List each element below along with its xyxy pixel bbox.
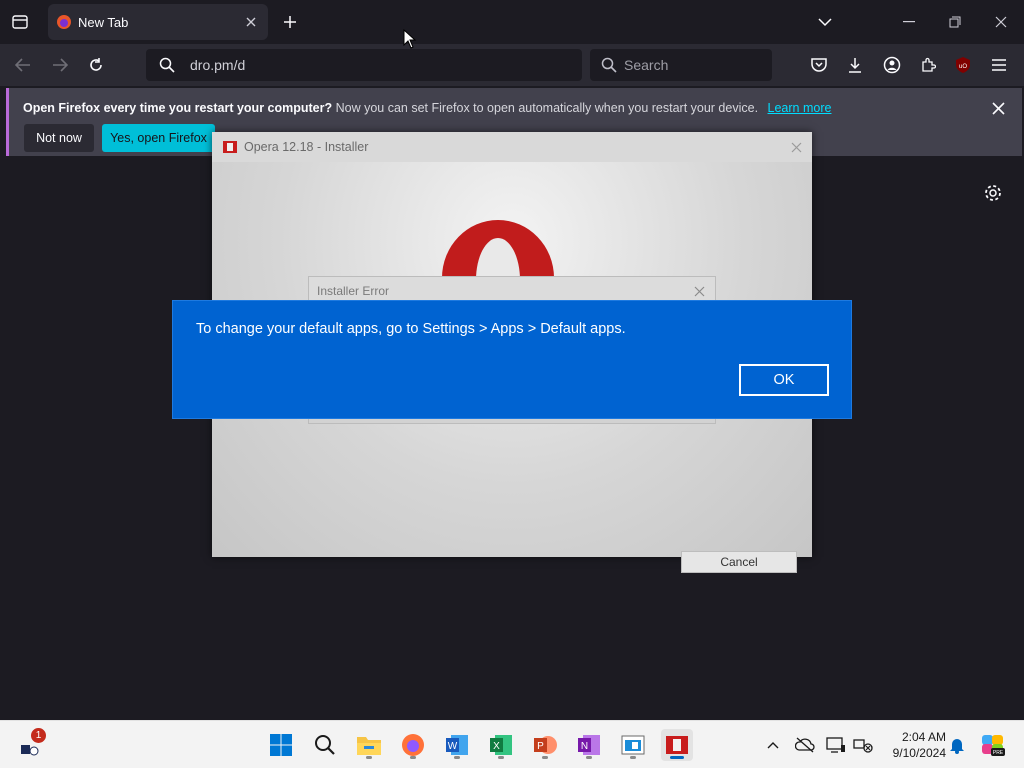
- tab-close-icon[interactable]: [240, 11, 262, 33]
- yes-open-firefox-button[interactable]: Yes, open Firefox: [102, 124, 215, 152]
- onenote-icon[interactable]: N: [573, 729, 605, 761]
- back-icon[interactable]: [10, 52, 36, 78]
- clock-date: 9/10/2024: [892, 746, 946, 760]
- close-window-icon[interactable]: [978, 0, 1024, 44]
- start-icon[interactable]: [265, 729, 297, 761]
- new-tab-icon[interactable]: [278, 10, 302, 34]
- tab-new-tab[interactable]: New Tab: [48, 4, 268, 40]
- navigation-toolbar: dro.pm/d Search uO: [0, 44, 1024, 86]
- installer-error-close-icon[interactable]: [689, 281, 709, 301]
- tab-title: New Tab: [78, 14, 129, 30]
- account-icon[interactable]: [881, 54, 903, 76]
- excel-icon[interactable]: X: [485, 729, 517, 761]
- firefox-icon[interactable]: [397, 729, 429, 761]
- extensions-icon[interactable]: [917, 54, 939, 76]
- search-icon: [158, 56, 176, 74]
- powerpoint-icon[interactable]: P: [529, 729, 561, 761]
- search-bar[interactable]: Search: [590, 49, 772, 81]
- opera-logo-icon: [440, 218, 556, 278]
- ublock-origin-icon[interactable]: uO: [952, 54, 974, 76]
- opera-installer-close-icon[interactable]: [786, 137, 806, 157]
- reload-icon[interactable]: [83, 52, 109, 78]
- downloads-icon[interactable]: [844, 54, 866, 76]
- opera-installer-logo-icon: [223, 141, 237, 153]
- url-bar[interactable]: dro.pm/d: [146, 49, 582, 81]
- taskbar: W X P N 2:04 AM 9/10/2024 PRE: [0, 720, 1024, 768]
- list-all-tabs-icon[interactable]: [812, 10, 838, 34]
- gear-icon[interactable]: [982, 182, 1004, 204]
- opera-installer-icon[interactable]: [661, 729, 693, 761]
- svg-text:W: W: [448, 741, 458, 752]
- svg-text:P: P: [537, 741, 544, 752]
- notification-bold-text: Open Firefox every time you restart your…: [23, 101, 333, 115]
- url-text: dro.pm/d: [190, 57, 246, 73]
- cloud-offline-icon[interactable]: [794, 734, 816, 756]
- opera-installer-title: Opera 12.18 - Installer: [244, 140, 369, 154]
- search-icon[interactable]: [309, 729, 341, 761]
- display-icon[interactable]: [825, 734, 847, 756]
- notification-message: Open Firefox every time you restart your…: [23, 101, 831, 115]
- ok-button[interactable]: OK: [739, 364, 829, 396]
- window-controls: [886, 0, 1024, 44]
- notification-bell-icon[interactable]: [946, 734, 968, 756]
- notification-count-badge: 1: [31, 728, 46, 743]
- not-now-button[interactable]: Not now: [24, 124, 94, 152]
- installer-error-title: Installer Error: [317, 284, 390, 298]
- minimize-icon[interactable]: [886, 0, 932, 44]
- word-icon[interactable]: W: [441, 729, 473, 761]
- svg-text:X: X: [493, 741, 500, 752]
- system-clock[interactable]: 2:04 AM 9/10/2024: [880, 729, 946, 761]
- svg-text:N: N: [581, 741, 588, 752]
- search-icon: [600, 56, 618, 74]
- search-placeholder: Search: [624, 57, 669, 73]
- opera-installer-titlebar: Opera 12.18 - Installer: [212, 132, 812, 162]
- clock-time: 2:04 AM: [901, 730, 946, 744]
- pocket-icon[interactable]: [808, 54, 830, 76]
- restore-icon[interactable]: [932, 0, 978, 44]
- app-window-icon[interactable]: [617, 729, 649, 761]
- chevron-up-icon[interactable]: [762, 734, 784, 756]
- screen: New Tab dro.pm/d Search uO Open Firefox …: [0, 0, 1024, 768]
- tab-strip: New Tab: [0, 0, 1024, 44]
- learn-more-link[interactable]: Learn more: [768, 101, 832, 115]
- firefox-favicon-icon: [57, 15, 71, 29]
- opera-cancel-button[interactable]: Cancel: [681, 551, 797, 573]
- hamburger-menu-icon[interactable]: [988, 54, 1010, 76]
- default-apps-message: To change your default apps, go to Setti…: [196, 321, 626, 337]
- forward-icon[interactable]: [47, 52, 73, 78]
- svg-text:PRE: PRE: [993, 750, 1004, 756]
- notification-close-icon[interactable]: [988, 98, 1008, 118]
- svg-text:uO: uO: [959, 64, 967, 70]
- default-apps-dialog: To change your default apps, go to Setti…: [172, 300, 852, 419]
- network-disconnected-icon[interactable]: [852, 734, 874, 756]
- file-explorer-icon[interactable]: [353, 729, 385, 761]
- tab-list-icon[interactable]: [8, 10, 32, 34]
- copilot-icon[interactable]: PRE: [980, 732, 1006, 758]
- notification-text: Now you can set Firefox to open automati…: [335, 101, 759, 115]
- mouse-cursor-icon: [403, 29, 417, 49]
